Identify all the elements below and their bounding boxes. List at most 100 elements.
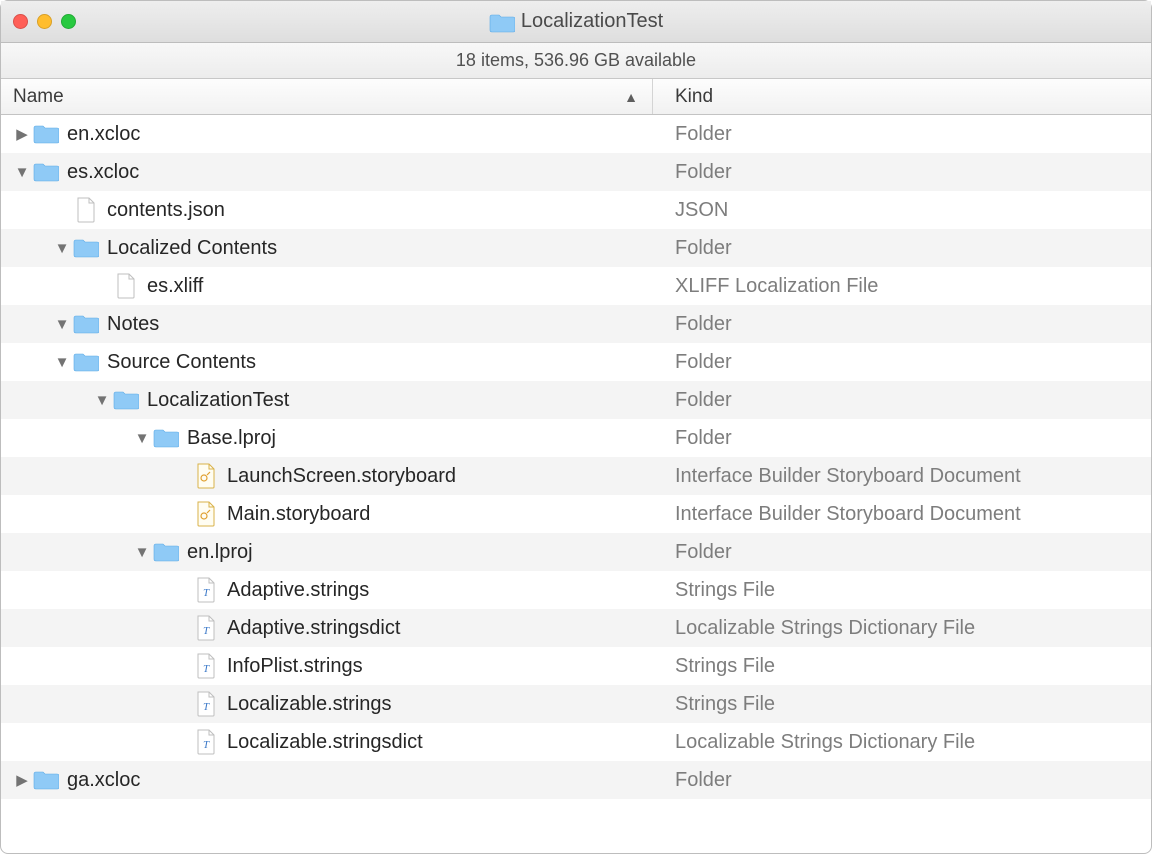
- disclosure-triangle[interactable]: ▶: [13, 771, 31, 789]
- file-row[interactable]: ▼en.lprojFolder: [1, 533, 1151, 571]
- strings-icon: [191, 691, 221, 717]
- close-window-button[interactable]: [13, 14, 28, 29]
- file-row[interactable]: InfoPlist.strings Strings File: [1, 647, 1151, 685]
- file-name: en.xcloc: [67, 123, 140, 146]
- file-name: Main.storyboard: [227, 503, 370, 526]
- file-row[interactable]: Main.storyboard Interface Builder Storybo…: [1, 495, 1151, 533]
- disclosure-triangle[interactable]: ▼: [133, 430, 151, 447]
- name-cell: Main.storyboard: [1, 495, 653, 533]
- name-cell: InfoPlist.strings: [1, 647, 653, 685]
- strings-icon: [191, 729, 221, 755]
- kind-cell: Strings File: [653, 693, 1151, 716]
- file-name: LaunchScreen.storyboard: [227, 465, 456, 488]
- folder-icon: [31, 124, 61, 144]
- file-row[interactable]: Adaptive.stringsdictLocalizable Strings …: [1, 609, 1151, 647]
- strings-icon: [191, 615, 221, 641]
- file-row[interactable]: ▼ Base.lproj Folder: [1, 419, 1151, 457]
- file-name: es.xliff: [147, 275, 203, 298]
- kind-cell: Folder: [653, 427, 1151, 450]
- storyboard-icon: [191, 501, 221, 527]
- folder-icon: [31, 770, 61, 790]
- file-row[interactable]: contents.json JSON: [1, 191, 1151, 229]
- kind-cell: Interface Builder Storyboard Document: [653, 503, 1151, 526]
- kind-cell: Folder: [653, 351, 1151, 374]
- kind-cell: Folder: [653, 161, 1151, 184]
- kind-cell: Interface Builder Storyboard Document: [653, 465, 1151, 488]
- disclosure-triangle[interactable]: ▶: [13, 125, 31, 143]
- folder-icon: [151, 542, 181, 562]
- disclosure-triangle[interactable]: ▼: [53, 316, 71, 333]
- column-header-name[interactable]: Name ▲: [1, 79, 653, 114]
- name-cell: ▼ Localized Contents: [1, 229, 653, 267]
- file-name: Adaptive.strings: [227, 579, 369, 602]
- file-name: Localizable.stringsdict: [227, 731, 423, 754]
- status-text: 18 items, 536.96 GB available: [456, 50, 696, 71]
- kind-cell: Folder: [653, 769, 1151, 792]
- name-cell: ▼ LocalizationTest: [1, 381, 653, 419]
- name-cell: Localizable.stringsdict: [1, 723, 653, 761]
- file-name: Base.lproj: [187, 427, 276, 450]
- column-header-name-label: Name: [13, 86, 64, 108]
- file-row[interactable]: ▼NotesFolder: [1, 305, 1151, 343]
- file-name: LocalizationTest: [147, 389, 289, 412]
- folder-icon: [71, 238, 101, 258]
- file-name: InfoPlist.strings: [227, 655, 363, 678]
- file-name: Localized Contents: [107, 237, 277, 260]
- file-row[interactable]: Localizable.stringsdict Localizable Strin…: [1, 723, 1151, 761]
- file-row[interactable]: Localizable.strings Strings File: [1, 685, 1151, 723]
- file-row[interactable]: es.xliff XLIFF Localization File: [1, 267, 1151, 305]
- strings-icon: [191, 577, 221, 603]
- file-row[interactable]: LaunchScreen.storyboard Interface Builder…: [1, 457, 1151, 495]
- file-row[interactable]: ▶en.xclocFolder: [1, 115, 1151, 153]
- file-row[interactable]: ▶ ga.xcloc Folder: [1, 761, 1151, 799]
- kind-cell: Folder: [653, 237, 1151, 260]
- name-cell: es.xliff: [1, 267, 653, 305]
- window-titlebar: LocalizationTest: [1, 1, 1151, 43]
- disclosure-triangle[interactable]: ▼: [93, 392, 111, 409]
- disclosure-triangle[interactable]: ▼: [53, 240, 71, 257]
- file-name: es.xcloc: [67, 161, 139, 184]
- name-cell: ▶ ga.xcloc: [1, 761, 653, 799]
- traffic-lights: [13, 14, 76, 29]
- name-cell: Adaptive.strings: [1, 571, 653, 609]
- file-row[interactable]: ▼ Source Contents Folder: [1, 343, 1151, 381]
- kind-cell: Folder: [653, 541, 1151, 564]
- window-title-text: LocalizationTest: [521, 10, 663, 33]
- disclosure-triangle[interactable]: ▼: [13, 164, 31, 181]
- file-icon: [111, 273, 141, 299]
- kind-cell: Localizable Strings Dictionary File: [653, 731, 1151, 754]
- file-name: contents.json: [107, 199, 225, 222]
- file-row[interactable]: ▼ Localized Contents Folder: [1, 229, 1151, 267]
- file-name: Source Contents: [107, 351, 256, 374]
- minimize-window-button[interactable]: [37, 14, 52, 29]
- name-cell: ▼en.lproj: [1, 533, 653, 571]
- name-cell: contents.json: [1, 191, 653, 229]
- file-row[interactable]: ▼ LocalizationTest Folder: [1, 381, 1151, 419]
- disclosure-triangle[interactable]: ▼: [133, 544, 151, 561]
- kind-cell: Localizable Strings Dictionary File: [653, 617, 1151, 640]
- file-list: ▶ en.xcloc Folder ▼ es.xcloc Folder contents.j…: [1, 115, 1151, 799]
- column-headers: Name ▲ Kind: [1, 79, 1151, 115]
- file-name: Notes: [107, 313, 159, 336]
- folder-icon: [151, 428, 181, 448]
- folder-icon: [111, 390, 141, 410]
- folder-icon: [71, 314, 101, 334]
- sort-ascending-icon: ▲: [624, 89, 638, 105]
- file-row[interactable]: ▼ es.xcloc Folder: [1, 153, 1151, 191]
- file-name: ga.xcloc: [67, 769, 140, 792]
- window-title: LocalizationTest: [13, 10, 1139, 33]
- file-row[interactable]: Adaptive.strings Strings File: [1, 571, 1151, 609]
- kind-cell: XLIFF Localization File: [653, 275, 1151, 298]
- file-name: Localizable.strings: [227, 693, 392, 716]
- kind-cell: JSON: [653, 199, 1151, 222]
- disclosure-triangle[interactable]: ▼: [53, 354, 71, 371]
- folder-icon: [31, 162, 61, 182]
- name-cell: LaunchScreen.storyboard: [1, 457, 653, 495]
- kind-cell: Strings File: [653, 579, 1151, 602]
- folder-icon: [71, 352, 101, 372]
- zoom-window-button[interactable]: [61, 14, 76, 29]
- column-header-kind[interactable]: Kind: [653, 79, 1151, 114]
- kind-cell: Folder: [653, 389, 1151, 412]
- status-bar: 18 items, 536.96 GB available: [1, 43, 1151, 79]
- kind-cell: Strings File: [653, 655, 1151, 678]
